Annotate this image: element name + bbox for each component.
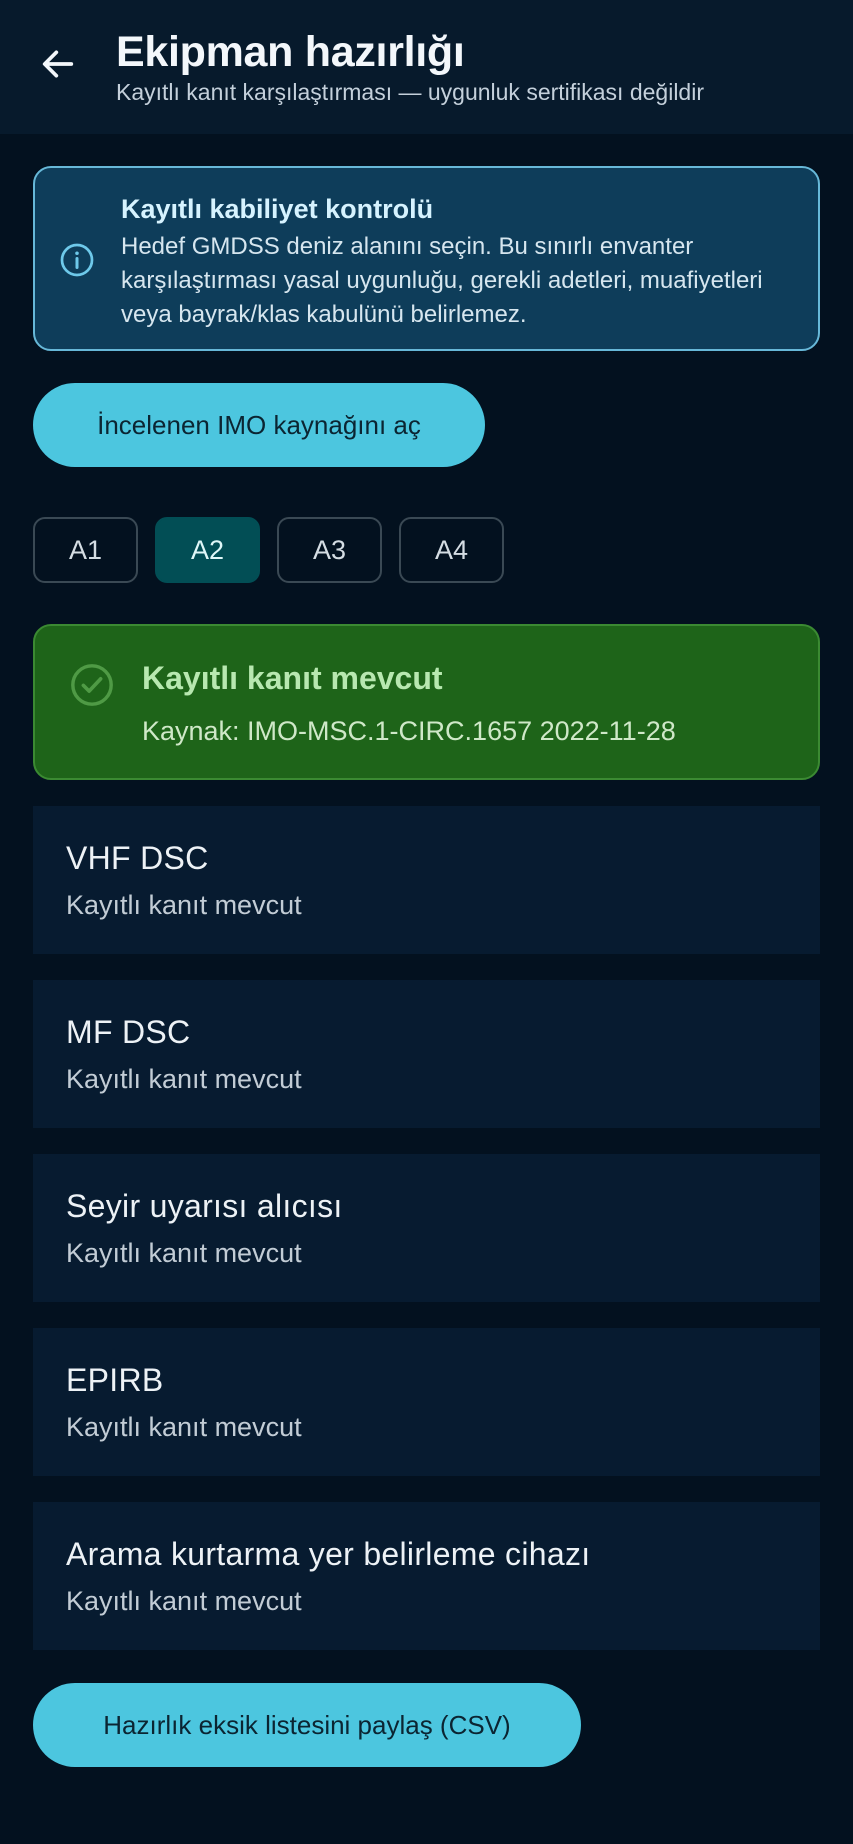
tab-a3[interactable]: A3	[277, 517, 382, 583]
tab-a2[interactable]: A2	[155, 517, 260, 583]
status-title: Kayıtlı kanıt mevcut	[142, 660, 443, 696]
list-item[interactable]: EPIRB Kayıtlı kanıt mevcut	[33, 1328, 820, 1476]
list-item[interactable]: VHF DSC Kayıtlı kanıt mevcut	[33, 806, 820, 954]
item-name: VHF DSC	[66, 840, 209, 876]
item-status: Kayıtlı kanıt mevcut	[66, 1238, 302, 1268]
item-name: Arama kurtarma yer belirleme cihazı	[66, 1536, 591, 1572]
app-bar: Ekipman hazırlığı Kayıtlı kanıt karşılaş…	[0, 0, 853, 134]
page-title: Ekipman hazırlığı	[116, 28, 465, 76]
item-name: MF DSC	[66, 1014, 191, 1050]
open-imo-source-button[interactable]: İncelenen IMO kaynağını aç	[33, 383, 485, 467]
back-button[interactable]	[30, 36, 86, 92]
info-icon	[60, 243, 94, 277]
arrow-left-icon	[42, 50, 74, 78]
item-status: Kayıtlı kanıt mevcut	[66, 1064, 302, 1094]
page-subtitle: Kayıtlı kanıt karşılaştırması — uygunluk…	[116, 79, 704, 105]
check-circle-icon	[71, 664, 113, 706]
list-item[interactable]: Seyir uyarısı alıcısı Kayıtlı kanıt mevc…	[33, 1154, 820, 1302]
tab-a1[interactable]: A1	[33, 517, 138, 583]
item-status: Kayıtlı kanıt mevcut	[66, 890, 302, 920]
status-card: Kayıtlı kanıt mevcut Kaynak: IMO-MSC.1-C…	[33, 624, 820, 780]
item-status: Kayıtlı kanıt mevcut	[66, 1586, 302, 1616]
item-name: EPIRB	[66, 1362, 164, 1398]
tab-a4[interactable]: A4	[399, 517, 504, 583]
item-status: Kayıtlı kanıt mevcut	[66, 1412, 302, 1442]
info-card: Kayıtlı kabiliyet kontrolü Hedef GMDSS d…	[33, 166, 820, 351]
info-body: Hedef GMDSS deniz alanını seçin. Bu sını…	[121, 233, 763, 328]
status-source: Kaynak: IMO-MSC.1-CIRC.1657 2022-11-28	[142, 716, 676, 746]
share-csv-button[interactable]: Hazırlık eksik listesini paylaş (CSV)	[33, 1683, 581, 1767]
item-name: Seyir uyarısı alıcısı	[66, 1188, 343, 1224]
list-item[interactable]: Arama kurtarma yer belirleme cihazı Kayı…	[33, 1502, 820, 1650]
list-item[interactable]: MF DSC Kayıtlı kanıt mevcut	[33, 980, 820, 1128]
info-title: Kayıtlı kabiliyet kontrolü	[121, 194, 434, 224]
